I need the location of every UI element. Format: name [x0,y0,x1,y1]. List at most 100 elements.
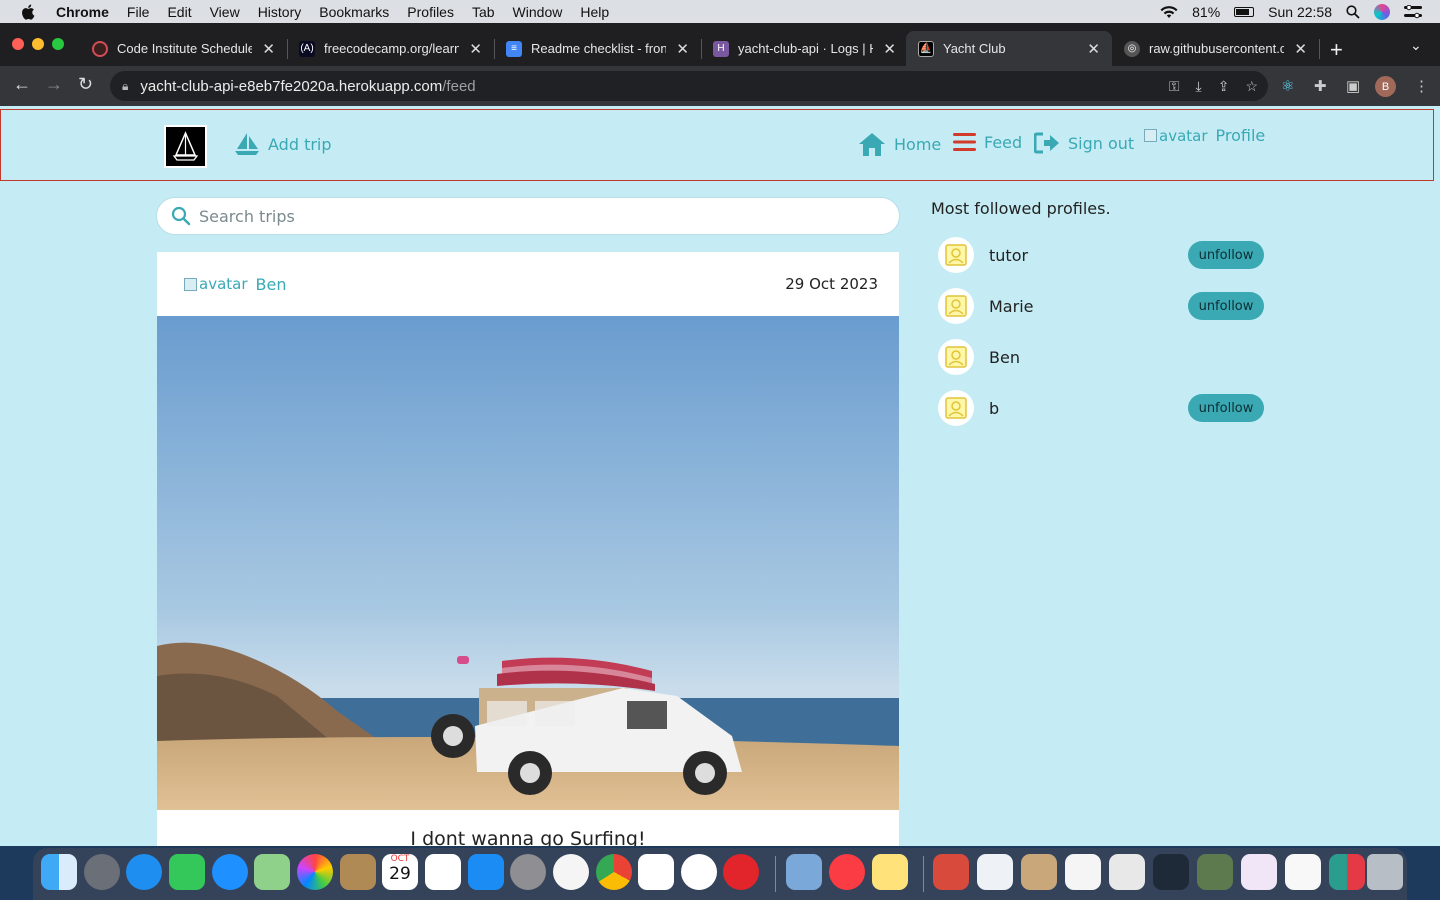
menu-file[interactable]: File [127,4,150,20]
close-window-button[interactable] [12,38,24,50]
notes-icon[interactable] [872,854,908,890]
launchpad-icon[interactable] [84,854,120,890]
close-tab-icon[interactable]: ✕ [1087,40,1100,58]
yacht-club-logo[interactable] [164,125,207,168]
minimized-window-thumbnail[interactable] [977,854,1013,890]
back-arrow-icon[interactable]: ← [13,74,31,95]
tab-heroku-logs[interactable]: H yacht-club-api · Logs | H ✕ [701,31,908,66]
react-devtools-icon[interactable]: ⚛ [1281,77,1294,95]
news-icon[interactable] [553,854,589,890]
system-preferences-icon[interactable] [510,854,546,890]
app-store-icon[interactable] [468,854,504,890]
facetime-icon[interactable] [169,854,205,890]
minimized-window-thumbnail[interactable] [1153,854,1189,890]
unfollow-button[interactable]: unfollow [1188,241,1264,269]
reminders-icon[interactable] [425,854,461,890]
minimized-window-thumbnail[interactable] [1021,854,1057,890]
close-tab-icon[interactable]: ✕ [1294,40,1307,58]
profile-avatar-icon[interactable] [938,237,974,273]
profile-avatar-icon[interactable] [938,390,974,426]
trash-icon[interactable] [1367,854,1403,890]
menu-app-name[interactable]: Chrome [56,4,109,20]
minimize-window-button[interactable] [32,38,44,50]
slack-icon[interactable] [638,854,674,890]
minimized-window-thumbnail[interactable] [1329,854,1365,890]
emoji-app-icon[interactable] [681,854,717,890]
menu-view[interactable]: View [210,4,240,20]
minimized-window-thumbnail[interactable] [1197,854,1233,890]
menu-history[interactable]: History [258,4,302,20]
profile-name[interactable]: Ben [989,348,1264,367]
music-icon[interactable] [829,854,865,890]
add-trip-link[interactable]: Add trip [234,132,332,156]
reload-icon[interactable]: ↻ [78,74,93,95]
close-tab-icon[interactable]: ✕ [469,40,482,58]
menu-profiles[interactable]: Profiles [407,4,454,20]
wifi-icon[interactable] [1160,5,1178,19]
menu-bookmarks[interactable]: Bookmarks [319,4,389,20]
profile-avatar-icon[interactable] [938,339,974,375]
messages-icon[interactable] [212,854,248,890]
bookmark-star-icon[interactable]: ☆ [1245,78,1258,95]
siri-icon[interactable] [1374,3,1390,20]
calendar-icon[interactable]: OCT 29 [382,854,418,890]
profile-avatar[interactable]: B [1375,76,1396,97]
apple-menu-icon[interactable] [20,3,38,21]
forward-arrow-icon[interactable]: → [45,74,63,95]
search-trips-field[interactable]: Search trips [156,197,900,235]
tab-search-chevron-icon[interactable]: ⌄ [1410,37,1422,54]
address-bar[interactable]: 🔒︎ yacht-club-api-e8eb7fe2020a.herokuapp… [110,71,1268,101]
lock-icon[interactable]: 🔒︎ [122,79,128,94]
mail-app-icon[interactable] [723,854,759,890]
preview-icon[interactable] [786,854,822,890]
extensions-puzzle-icon[interactable]: ✚ [1314,77,1327,95]
minimized-window-thumbnail[interactable] [1241,854,1277,890]
profile-avatar-icon[interactable] [938,288,974,324]
photos-icon[interactable] [297,854,333,890]
control-center-icon[interactable] [1404,4,1422,19]
tab-code-institute[interactable]: Code Institute Schedule ✕ [80,31,287,66]
close-tab-icon[interactable]: ✕ [676,40,689,58]
battery-icon[interactable] [1234,6,1255,17]
install-app-icon[interactable]: ⤓ [1196,78,1202,95]
new-tab-icon[interactable]: + [1330,37,1343,63]
side-panel-icon[interactable]: ▣ [1346,77,1360,95]
minimized-window-thumbnail[interactable] [933,854,969,890]
minimized-window-thumbnail[interactable] [1285,854,1321,890]
post-author-link[interactable]: avatar Ben [184,275,286,294]
contacts-icon[interactable] [340,854,376,890]
minimized-window-thumbnail[interactable] [1065,854,1101,890]
profile-name[interactable]: Marie [989,297,1188,316]
close-tab-icon[interactable]: ✕ [883,40,896,58]
tab-readme-checklist[interactable]: ≡ Readme checklist - front ✕ [494,31,701,66]
menu-help[interactable]: Help [580,4,609,20]
password-key-icon[interactable]: ⚿ [1169,78,1180,95]
chrome-icon[interactable] [596,854,632,890]
post-image[interactable] [157,316,899,810]
safari-icon[interactable] [126,854,162,890]
share-icon[interactable]: ⇪ [1218,78,1230,95]
maps-icon[interactable] [254,854,290,890]
close-tab-icon[interactable]: ✕ [262,40,275,58]
menu-clock[interactable]: Sun 22:58 [1268,4,1332,20]
maximize-window-button[interactable] [52,38,64,50]
chrome-menu-kebab-icon[interactable]: ⋮ [1414,77,1429,95]
profile-link[interactable]: avatar Profile [1144,126,1265,145]
sign-out-link[interactable]: Sign out [1034,132,1134,154]
menu-tab[interactable]: Tab [472,4,495,20]
unfollow-button[interactable]: unfollow [1188,292,1264,320]
post-title[interactable]: I dont wanna go Surfing! [157,828,899,846]
tab-yacht-club[interactable]: ⛵ Yacht Club ✕ [906,31,1112,66]
feed-link[interactable]: Feed [953,132,1022,152]
home-link[interactable]: Home [858,132,941,157]
profile-name[interactable]: tutor [989,246,1188,265]
menu-edit[interactable]: Edit [167,4,191,20]
tab-raw-github[interactable]: ◎ raw.githubusercontent.c ✕ [1112,31,1319,66]
minimized-window-thumbnail[interactable] [1109,854,1145,890]
tab-freecodecamp[interactable]: (A) freecodecamp.org/learn/ ✕ [287,31,494,66]
menu-window[interactable]: Window [513,4,563,20]
finder-icon[interactable] [41,854,77,890]
unfollow-button[interactable]: unfollow [1188,394,1264,422]
profile-name[interactable]: b [989,399,1188,418]
spotlight-search-icon[interactable] [1346,4,1360,19]
